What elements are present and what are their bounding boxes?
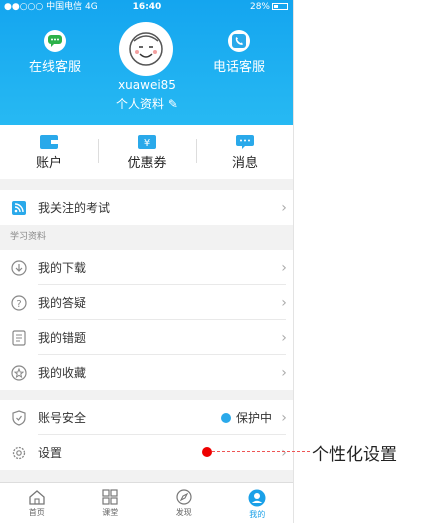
chevron-right-icon: › (281, 259, 287, 276)
svg-text:¥: ¥ (144, 138, 150, 149)
mistakes-label: 我的错题 (38, 331, 87, 345)
chat-icon (44, 30, 66, 52)
phone-service-label: 电话客服 (212, 60, 265, 75)
tab-home[interactable]: 首页 (0, 483, 74, 523)
tab-discover[interactable]: 发现 (147, 483, 221, 523)
questions-item[interactable]: ? 我的答疑 › (0, 285, 293, 320)
phone-screen: ●●○○○ 中国电信 4G 16:40 28% 在线客服 电话客服 xuawei… (0, 0, 294, 523)
account-security-label: 账号安全 (38, 411, 87, 425)
status-bar: ●●○○○ 中国电信 4G 16:40 28% (0, 0, 293, 14)
followed-exams-item[interactable]: 我关注的考试 › (0, 190, 293, 225)
quick-links: 账户 ¥ 优惠券 消息 (0, 125, 293, 179)
avatar-face-icon (129, 32, 163, 66)
downloads-item[interactable]: 我的下载 › (0, 250, 293, 285)
svg-text:?: ? (16, 299, 21, 310)
account-security-item[interactable]: 账号安全 保护中 › (0, 400, 293, 435)
favorites-label: 我的收藏 (38, 366, 87, 380)
tab-mine-label: 我的 (249, 510, 266, 519)
wallet-icon (40, 135, 58, 149)
account-button[interactable]: 账户 (0, 125, 98, 179)
chevron-right-icon: › (281, 409, 287, 426)
user-icon (248, 489, 266, 507)
status-badge: 保护中 (220, 409, 272, 426)
download-icon (10, 259, 28, 277)
online-service-label: 在线客服 (28, 60, 81, 75)
tab-classroom-label: 课堂 (102, 508, 119, 517)
annotation-label: 个性化设置 (312, 445, 397, 465)
shield-icon (10, 409, 28, 427)
profile-label: 个人资料 (116, 97, 165, 111)
online-service-button[interactable]: 在线客服 (10, 30, 100, 75)
chevron-right-icon: › (281, 294, 287, 311)
mistakes-item[interactable]: 我的错题 › (0, 320, 293, 355)
lock-icon (220, 412, 231, 423)
question-icon: ? (10, 294, 28, 312)
phone-icon (228, 30, 250, 52)
message-icon (236, 135, 254, 149)
questions-label: 我的答疑 (38, 296, 87, 310)
tab-home-label: 首页 (28, 508, 45, 517)
battery-indicator: 28% (250, 0, 288, 14)
tab-bar: 首页 课堂 发现 我的 (0, 482, 294, 523)
profile-link[interactable]: 个人资料 ✎ (0, 95, 293, 112)
grid-icon (102, 489, 118, 505)
settings-label: 设置 (38, 446, 63, 460)
downloads-label: 我的下载 (38, 261, 87, 275)
tab-mine[interactable]: 我的 (221, 483, 294, 523)
screenshot-stage: ●●○○○ 中国电信 4G 16:40 28% 在线客服 电话客服 xuawei… (0, 0, 430, 523)
annotation-marker (202, 447, 212, 457)
star-icon (10, 364, 28, 382)
favorites-item[interactable]: 我的收藏 › (0, 355, 293, 390)
phone-service-button[interactable]: 电话客服 (194, 30, 284, 75)
chevron-right-icon: › (281, 199, 287, 216)
settings-item[interactable]: 设置 › (0, 435, 293, 470)
rss-icon (10, 199, 28, 217)
profile-header: ●●○○○ 中国电信 4G 16:40 28% 在线客服 电话客服 xuawei… (0, 0, 293, 125)
home-icon (29, 490, 45, 505)
security-status: 保护中 (235, 411, 272, 425)
coupon-icon: ¥ (138, 135, 156, 149)
messages-label: 消息 (231, 156, 258, 171)
account-label: 账户 (35, 156, 62, 171)
battery-percent: 28% (249, 2, 270, 12)
followed-exams-label: 我关注的考试 (38, 201, 111, 215)
messages-button[interactable]: 消息 (196, 125, 293, 179)
avatar[interactable] (119, 22, 173, 76)
section-title: 学习资料 (0, 227, 293, 247)
coupons-label: 优惠券 (127, 156, 167, 171)
mistake-book-icon (10, 329, 28, 347)
chevron-right-icon: › (281, 444, 287, 461)
pencil-icon: ✎ (167, 97, 178, 111)
battery-icon (272, 3, 288, 10)
tab-discover-label: 发现 (175, 508, 192, 517)
chevron-right-icon: › (281, 329, 287, 346)
compass-icon (176, 489, 192, 505)
gear-icon (10, 444, 28, 462)
tab-classroom[interactable]: 课堂 (74, 483, 148, 523)
chevron-right-icon: › (281, 364, 287, 381)
annotation-leader-line (212, 451, 310, 452)
username: xuawei85 (118, 78, 176, 92)
coupons-button[interactable]: ¥ 优惠券 (98, 125, 196, 179)
